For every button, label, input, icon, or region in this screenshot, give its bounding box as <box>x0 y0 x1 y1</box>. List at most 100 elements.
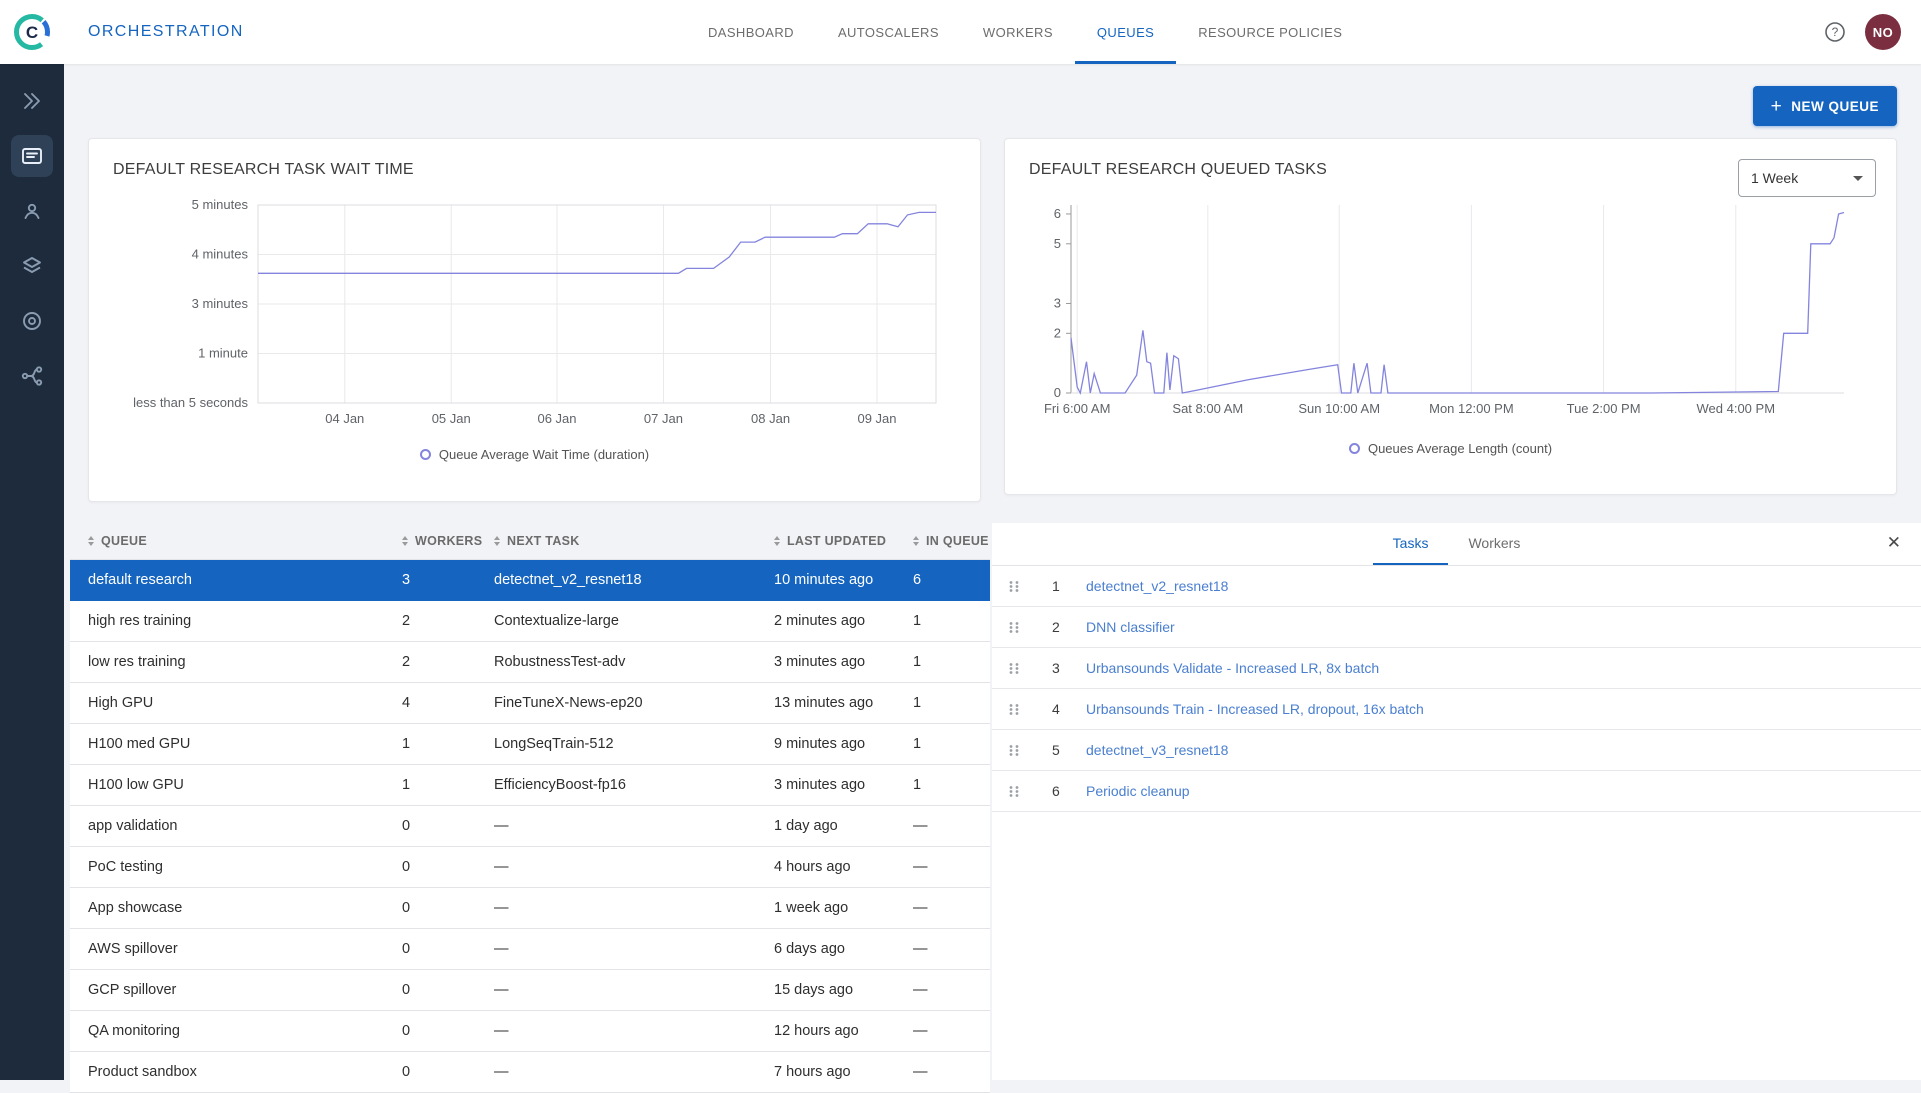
cell-last-updated: 15 days ago <box>774 982 913 998</box>
queued-tasks-chart[interactable]: Fri 6:00 AMSat 8:00 AMSun 10:00 AMMon 12… <box>1029 193 1874 433</box>
cell-next-task: — <box>494 900 774 916</box>
sort-icon <box>913 536 919 547</box>
svg-text:Mon 12:00 PM: Mon 12:00 PM <box>1429 401 1514 416</box>
wait-time-legend[interactable]: Queue Average Wait Time (duration) <box>113 447 956 462</box>
table-row[interactable]: Product sandbox 0 — 7 hours ago — <box>70 1052 990 1093</box>
cell-queue: default research <box>70 572 402 588</box>
cell-workers: 1 <box>402 777 494 793</box>
drag-handle-icon[interactable] <box>1008 662 1052 675</box>
help-icon: ? <box>1823 20 1847 44</box>
tab-workers[interactable]: Workers <box>1448 523 1540 565</box>
user-avatar[interactable]: NO <box>1865 14 1901 50</box>
clearml-logo[interactable]: C <box>0 13 64 51</box>
task-link[interactable]: Periodic cleanup <box>1086 783 1921 799</box>
task-index: 4 <box>1052 701 1086 717</box>
column-header-workers[interactable]: WORKERS <box>402 534 494 548</box>
cell-last-updated: 10 minutes ago <box>774 572 913 588</box>
time-range-select[interactable]: 1 Week <box>1738 159 1876 197</box>
cell-queue: H100 med GPU <box>70 736 402 752</box>
drag-handle-icon[interactable] <box>1008 785 1052 798</box>
nav-resource-policies[interactable]: RESOURCE POLICIES <box>1176 0 1364 64</box>
column-header-last-updated[interactable]: LAST UPDATED <box>774 534 913 548</box>
cell-workers: 0 <box>402 859 494 875</box>
nav-autoscalers[interactable]: AUTOSCALERS <box>816 0 961 64</box>
queued-tasks-legend[interactable]: Queues Average Length (count) <box>1029 441 1872 456</box>
cell-in-queue: 1 <box>913 695 990 711</box>
cell-workers: 2 <box>402 654 494 670</box>
cell-last-updated: 9 minutes ago <box>774 736 913 752</box>
table-row[interactable]: AWS spillover 0 — 6 days ago — <box>70 929 990 970</box>
cell-in-queue: — <box>913 818 990 834</box>
sidebar-item-applications[interactable] <box>11 300 53 342</box>
wait-time-chart[interactable]: 04 Jan05 Jan06 Jan07 Jan08 Jan09 Janless… <box>113 193 958 439</box>
table-row[interactable]: high res training 2 Contextualize-large … <box>70 601 990 642</box>
applications-icon <box>20 309 44 333</box>
task-index: 2 <box>1052 619 1086 635</box>
sort-icon <box>494 536 500 547</box>
new-queue-button[interactable]: + NEW QUEUE <box>1753 86 1897 126</box>
sidebar-item-layers[interactable] <box>11 245 53 287</box>
help-button[interactable]: ? <box>1823 20 1847 44</box>
svg-text:5 minutes: 5 minutes <box>192 197 249 212</box>
drag-handle-icon[interactable] <box>1008 621 1052 634</box>
task-row[interactable]: 2 DNN classifier <box>992 607 1921 648</box>
sidebar-item-workers[interactable] <box>11 190 53 232</box>
task-link[interactable]: DNN classifier <box>1086 619 1921 635</box>
table-row[interactable]: PoC testing 0 — 4 hours ago — <box>70 847 990 888</box>
task-row[interactable]: 4 Urbansounds Train - Increased LR, drop… <box>992 689 1921 730</box>
task-row[interactable]: 3 Urbansounds Validate - Increased LR, 8… <box>992 648 1921 689</box>
task-index: 3 <box>1052 660 1086 676</box>
cell-next-task: LongSeqTrain-512 <box>494 736 774 752</box>
task-link[interactable]: Urbansounds Validate - Increased LR, 8x … <box>1086 660 1921 676</box>
table-row[interactable]: H100 med GPU 1 LongSeqTrain-512 9 minute… <box>70 724 990 765</box>
table-row[interactable]: QA monitoring 0 — 12 hours ago — <box>70 1011 990 1052</box>
column-header-queue[interactable]: QUEUE <box>70 534 402 548</box>
app-title: ORCHESTRATION <box>88 23 244 41</box>
table-row[interactable]: App showcase 0 — 1 week ago — <box>70 888 990 929</box>
cell-next-task: — <box>494 941 774 957</box>
header-actions: ? NO <box>1823 14 1921 50</box>
cell-queue: App showcase <box>70 900 402 916</box>
drag-handle-icon[interactable] <box>1008 703 1052 716</box>
task-index: 6 <box>1052 783 1086 799</box>
table-row[interactable]: default research 3 detectnet_v2_resnet18… <box>70 560 990 601</box>
cell-next-task: — <box>494 1064 774 1080</box>
sidebar-item-pipelines[interactable] <box>11 355 53 397</box>
chevron-down-icon <box>1853 176 1863 181</box>
close-icon[interactable]: ✕ <box>1887 533 1901 553</box>
sidebar-item-queues[interactable] <box>11 135 53 177</box>
table-row[interactable]: H100 low GPU 1 EfficiencyBoost-fp16 3 mi… <box>70 765 990 806</box>
task-row[interactable]: 5 detectnet_v3_resnet18 <box>992 730 1921 771</box>
table-row[interactable]: app validation 0 — 1 day ago — <box>70 806 990 847</box>
pipelines-icon <box>20 364 44 388</box>
table-row[interactable]: low res training 2 RobustnessTest-adv 3 … <box>70 642 990 683</box>
sidebar-item-launch[interactable] <box>11 80 53 122</box>
column-header-next-task[interactable]: NEXT TASK <box>494 534 774 548</box>
main-content: + NEW QUEUE DEFAULT RESEARCH TASK WAIT T… <box>64 64 1921 1080</box>
svg-text:Tue 2:00 PM: Tue 2:00 PM <box>1567 401 1641 416</box>
task-row[interactable]: 1 detectnet_v2_resnet18 <box>992 566 1921 607</box>
cell-last-updated: 7 hours ago <box>774 1064 913 1080</box>
task-row[interactable]: 6 Periodic cleanup <box>992 771 1921 812</box>
drag-handle-icon[interactable] <box>1008 580 1052 593</box>
column-header-in-queue[interactable]: IN QUEUE <box>913 534 990 548</box>
task-index: 1 <box>1052 578 1086 594</box>
tab-tasks[interactable]: Tasks <box>1373 523 1449 565</box>
nav-dashboard[interactable]: DASHBOARD <box>686 0 816 64</box>
table-row[interactable]: GCP spillover 0 — 15 days ago — <box>70 970 990 1011</box>
svg-text:3 minutes: 3 minutes <box>192 296 249 311</box>
task-link[interactable]: detectnet_v3_resnet18 <box>1086 742 1921 758</box>
cell-workers: 0 <box>402 941 494 957</box>
top-header: C ORCHESTRATION DASHBOARD AUTOSCALERS WO… <box>0 0 1921 64</box>
svg-text:Sun 10:00 AM: Sun 10:00 AM <box>1298 401 1380 416</box>
drag-handle-icon[interactable] <box>1008 744 1052 757</box>
svg-text:4 minutes: 4 minutes <box>192 247 249 262</box>
table-row[interactable]: High GPU 4 FineTuneX-News-ep20 13 minute… <box>70 683 990 724</box>
queue-table-header: QUEUE WORKERS NEXT TASK LAST UPDATED IN … <box>70 523 990 559</box>
task-link[interactable]: Urbansounds Train - Increased LR, dropou… <box>1086 701 1921 717</box>
nav-workers[interactable]: WORKERS <box>961 0 1075 64</box>
svg-text:less than 5 seconds: less than 5 seconds <box>133 395 248 410</box>
task-index: 5 <box>1052 742 1086 758</box>
nav-queues[interactable]: QUEUES <box>1075 0 1176 64</box>
task-link[interactable]: detectnet_v2_resnet18 <box>1086 578 1921 594</box>
